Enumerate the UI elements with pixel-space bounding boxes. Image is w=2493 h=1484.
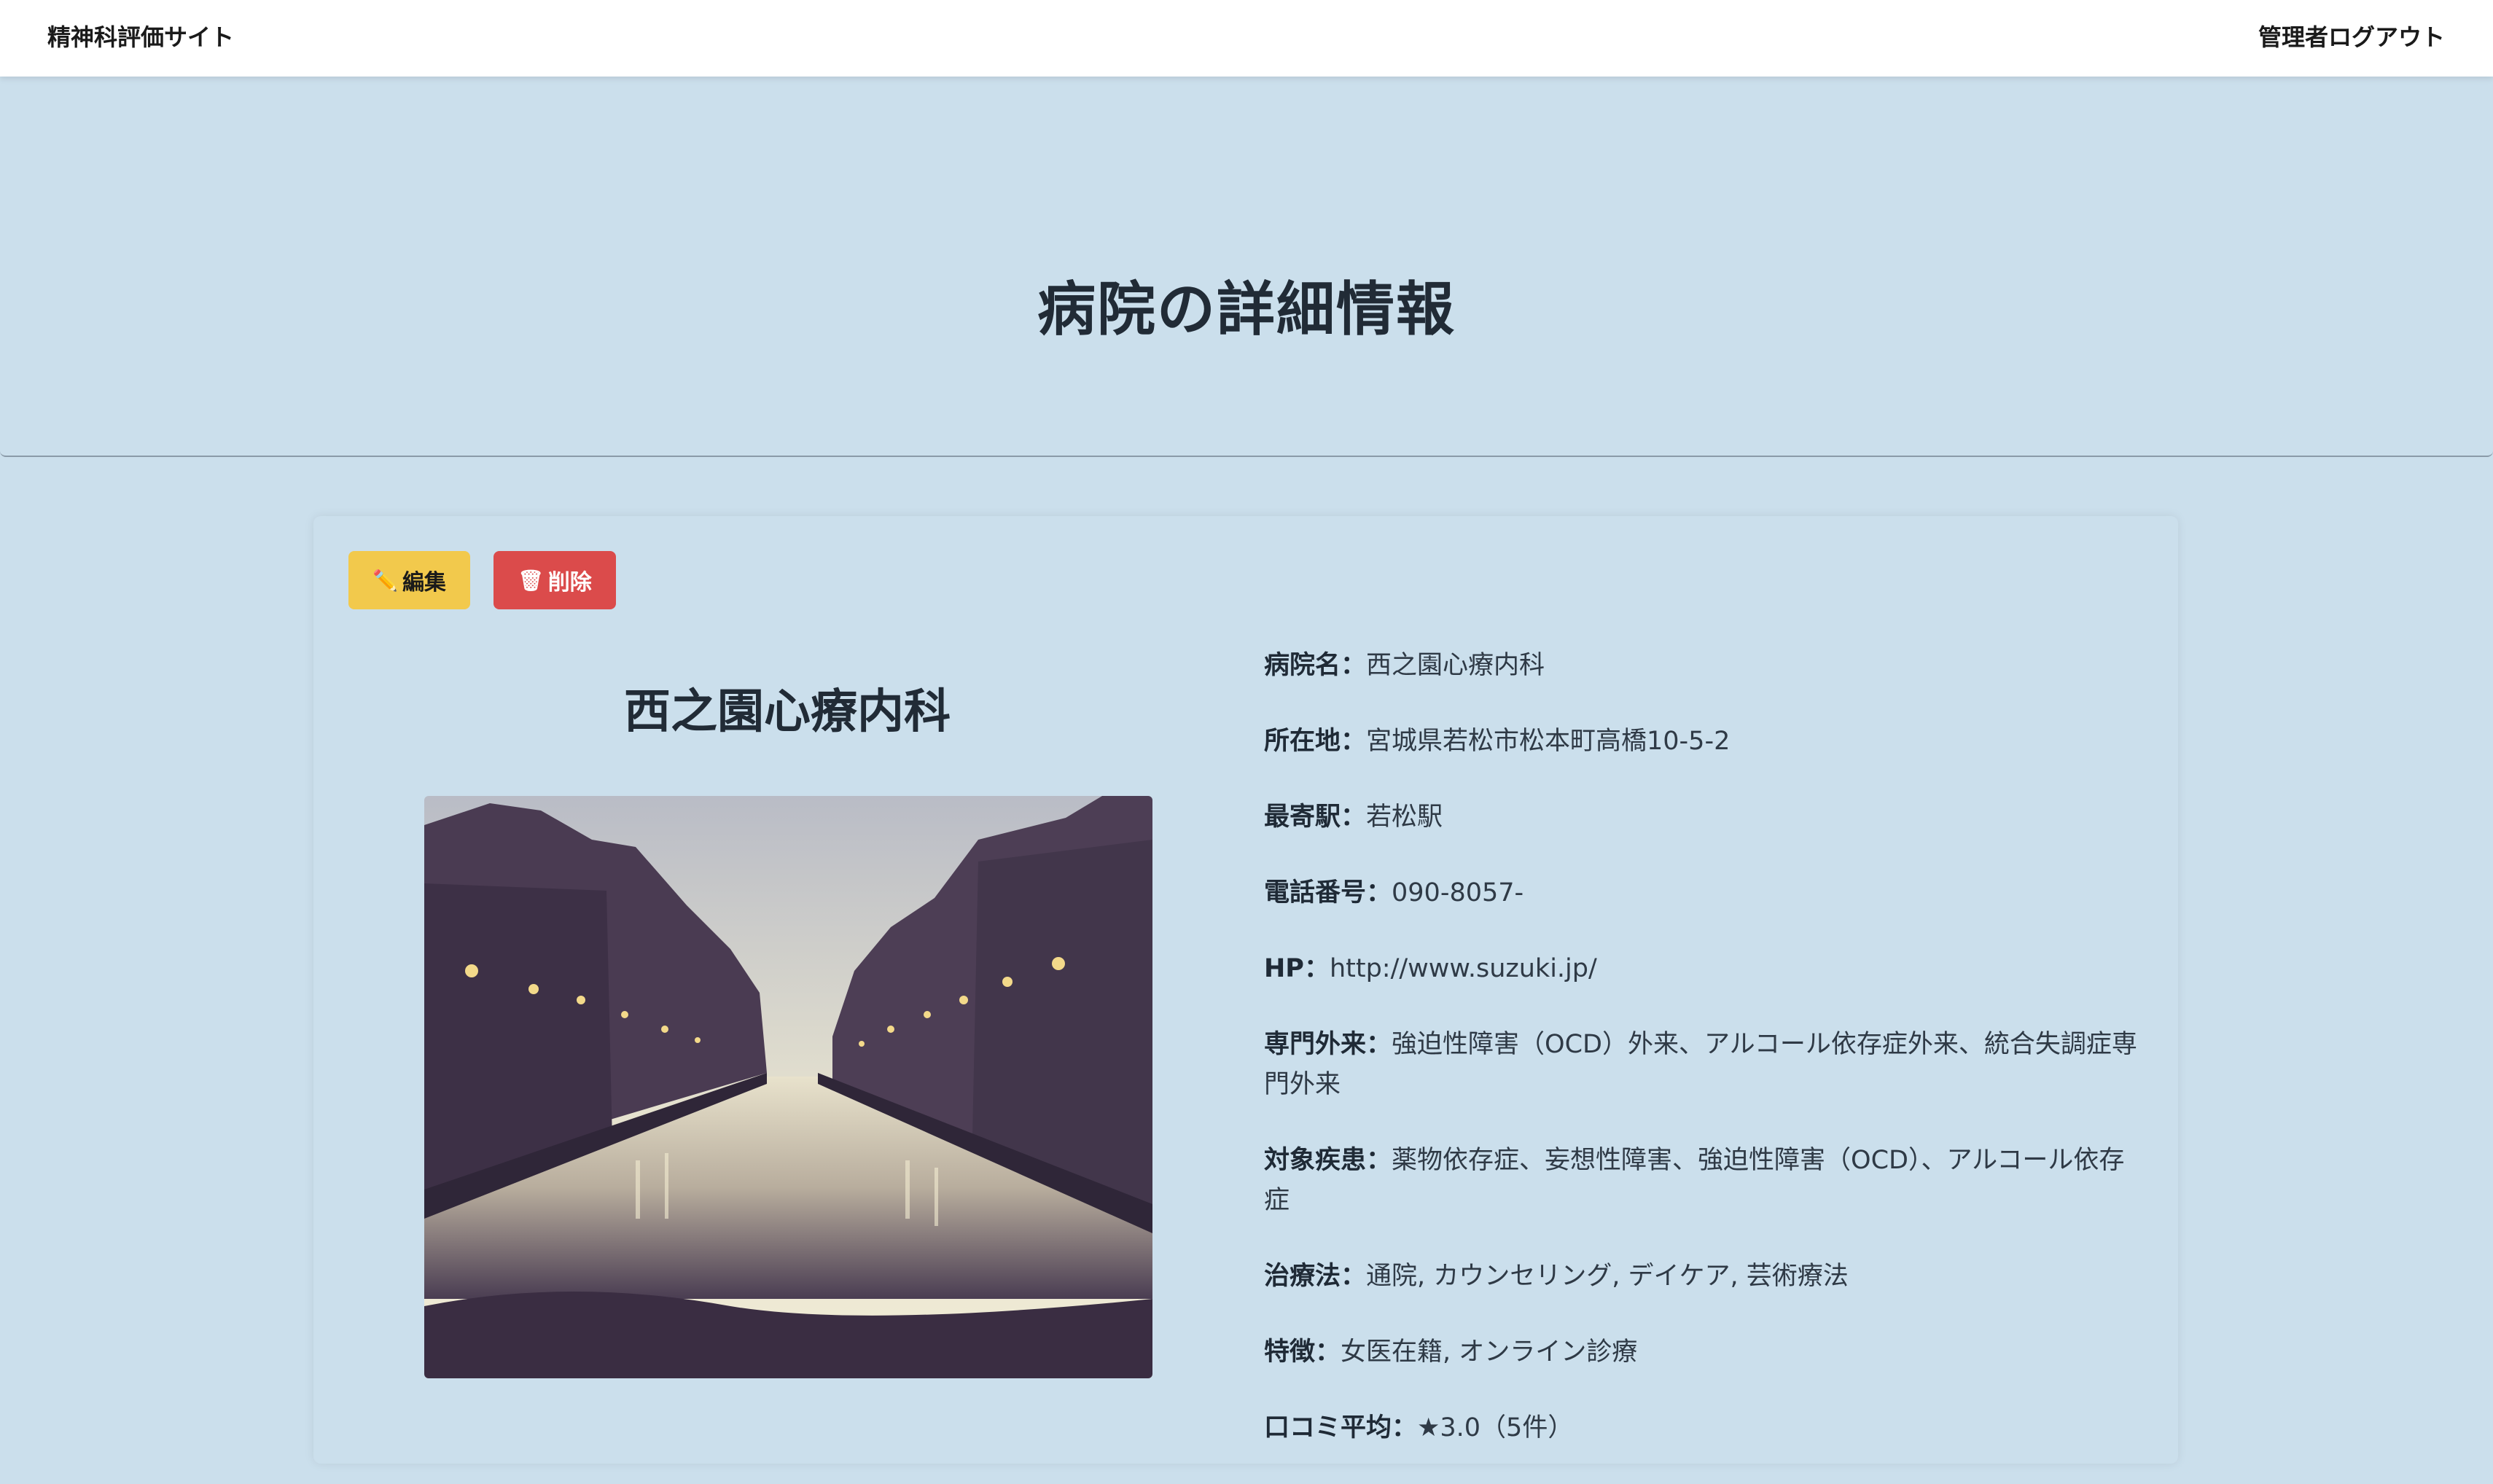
hospital-name-heading: 西之園心療内科 [624, 685, 951, 739]
trash-icon: 🗑 [518, 568, 544, 593]
info-row-phone: 電話番号：090-8057- [1264, 878, 1524, 907]
info-row-diseases: 対象疾患：薬物依存症、妄想性障害、強迫性障害（OCD）、アルコール依存症 [1264, 1146, 2125, 1215]
edit-button[interactable]: ✏️ 編集 [348, 551, 470, 609]
info-row-station: 最寄駅：若松駅 [1264, 802, 1443, 832]
info-row-treatments: 治療法：通院, カウンセリング, デイケア, 芸術療法 [1264, 1262, 1849, 1291]
homepage-link[interactable]: http://www.suzuki.jp/ [1330, 954, 1597, 983]
info-row-address: 所在地：宮城県若松市松本町高橋10-5-2 [1264, 727, 1731, 756]
info-row-name: 病院名：西之園心療内科 [1264, 651, 1545, 680]
info-row-homepage: HP：http://www.suzuki.jp/ [1264, 954, 1597, 983]
pencil-icon: ✏️ [372, 568, 398, 593]
hospital-photo [424, 796, 1152, 1378]
info-row-rating: 口コミ平均：★3.0（5件） [1264, 1413, 1574, 1442]
info-row-features: 特徴：女医在籍, オンライン診療 [1264, 1337, 1638, 1367]
site-brand-link[interactable]: 精神科評価サイト [47, 19, 234, 52]
delete-button[interactable]: 🗑 削除 [493, 551, 616, 609]
delete-button-label: 削除 [547, 570, 592, 595]
top-navbar: 精神科評価サイト 管理者ログアウト [0, 0, 2493, 77]
admin-logout-link[interactable]: 管理者ログアウト [2258, 19, 2445, 52]
hospital-info-list: 病院名：西之園心療内科 所在地：宮城県若松市松本町高橋10-5-2 最寄駅：若松… [1264, 646, 2139, 1484]
hero-banner: 病院の詳細情報 [0, 77, 2493, 457]
info-row-specialty: 専門外来：強迫性障害（OCD）外来、アルコール依存症外来、統合失調症専門外来 [1264, 1030, 2137, 1099]
edit-button-label: 編集 [402, 570, 446, 595]
page-title: 病院の詳細情報 [1037, 276, 1456, 343]
